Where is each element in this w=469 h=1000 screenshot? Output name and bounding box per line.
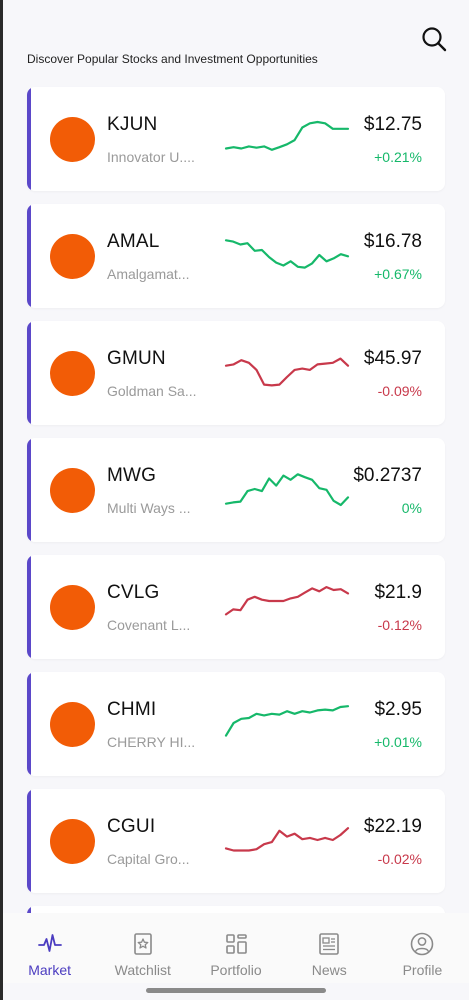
stock-ticker: CGUI <box>107 816 156 837</box>
card-accent-bar <box>27 555 31 659</box>
tab-label: Market <box>28 962 71 978</box>
stock-card-gmun[interactable]: GMUN Goldman Sa... $45.97 -0.09% <box>27 321 445 425</box>
company-name: Multi Ways ... <box>107 500 191 516</box>
stock-price: $0.2737 <box>353 465 422 486</box>
tab-label: Portfolio <box>210 962 262 978</box>
stock-list: KJUN Innovator U.... $12.75 +0.21% AMAL Amalg… <box>27 87 445 939</box>
sparkline-path <box>224 473 350 507</box>
tab-label: Watchlist <box>114 962 171 978</box>
price-change: -0.12% <box>377 617 422 633</box>
grid-icon <box>223 931 249 957</box>
sparkline-path <box>224 239 350 269</box>
tab-label: News <box>311 962 347 978</box>
search-button[interactable] <box>419 24 449 54</box>
price-sparkline <box>224 239 350 269</box>
company-name: Capital Gro... <box>107 851 190 867</box>
star-bookmark-icon <box>130 931 156 957</box>
pulse-icon <box>37 931 63 957</box>
price-change: -0.09% <box>377 383 422 399</box>
company-name: Innovator U.... <box>107 149 195 165</box>
newspaper-icon <box>316 931 342 957</box>
sparkline-path <box>224 827 350 852</box>
stock-price: $45.97 <box>363 348 422 369</box>
company-name: Goldman Sa... <box>107 383 197 399</box>
stock-ticker: KJUN <box>107 114 158 135</box>
stock-price: $21.9 <box>374 582 422 603</box>
stock-price: $2.95 <box>374 699 422 720</box>
price-sparkline <box>224 827 350 852</box>
stock-price: $22.19 <box>363 816 422 837</box>
company-logo <box>50 117 95 162</box>
tab-portfolio[interactable]: Portfolio <box>189 913 282 983</box>
tab-news[interactable]: News <box>283 913 376 983</box>
card-accent-bar <box>27 321 31 425</box>
stock-ticker: CHMI <box>107 699 157 720</box>
stock-card-cgui[interactable]: CGUI Capital Gro... $22.19 -0.02% <box>27 789 445 893</box>
stock-price: $12.75 <box>363 114 422 135</box>
sparkline-path <box>224 120 350 151</box>
stock-ticker: CVLG <box>107 582 160 603</box>
search-icon <box>422 27 447 52</box>
price-change: -0.02% <box>377 851 422 867</box>
tab-market[interactable]: Market <box>3 913 96 983</box>
home-indicator <box>146 988 326 993</box>
stock-card-chmi[interactable]: CHMI CHERRY HI... $2.95 +0.01% <box>27 672 445 776</box>
company-logo <box>50 819 95 864</box>
screen-edge <box>0 0 3 1000</box>
tab-watchlist[interactable]: Watchlist <box>96 913 189 983</box>
stock-card-mwg[interactable]: MWG Multi Ways ... $0.2737 0% <box>27 438 445 542</box>
stock-card-cvlg[interactable]: CVLG Covenant L... $21.9 -0.12% <box>27 555 445 659</box>
sparkline-path <box>224 705 350 737</box>
price-sparkline <box>224 357 350 387</box>
card-accent-bar <box>27 87 31 191</box>
stock-ticker: MWG <box>107 465 157 486</box>
bottom-tab-bar: Market Watchlist Portfolio News Profile <box>3 913 469 983</box>
price-sparkline <box>224 705 350 737</box>
price-sparkline <box>224 120 350 151</box>
stock-ticker: AMAL <box>107 231 160 252</box>
price-change: +0.67% <box>374 266 422 282</box>
tab-label: Profile <box>402 962 443 978</box>
price-change: +0.01% <box>374 734 422 750</box>
stock-card-amal[interactable]: AMAL Amalgamat... $16.78 +0.67% <box>27 204 445 308</box>
card-accent-bar <box>27 672 31 776</box>
price-sparkline <box>224 473 350 507</box>
card-accent-bar <box>27 789 31 893</box>
stock-price: $16.78 <box>363 231 422 252</box>
company-logo <box>50 351 95 396</box>
card-accent-bar <box>27 438 31 542</box>
company-logo <box>50 234 95 279</box>
stock-card-kjun[interactable]: KJUN Innovator U.... $12.75 +0.21% <box>27 87 445 191</box>
sparkline-path <box>224 585 350 616</box>
company-name: Covenant L... <box>107 617 191 633</box>
stock-ticker: GMUN <box>107 348 166 369</box>
company-name: CHERRY HI... <box>107 734 196 750</box>
price-sparkline <box>224 585 350 616</box>
tab-profile[interactable]: Profile <box>376 913 469 983</box>
page-subtitle: Discover Popular Stocks and Investment O… <box>27 52 318 66</box>
company-logo <box>50 585 95 630</box>
price-change: +0.21% <box>374 149 422 165</box>
sparkline-path <box>224 357 350 387</box>
price-change: 0% <box>401 500 422 516</box>
card-accent-bar <box>27 204 31 308</box>
company-logo <box>50 702 95 747</box>
company-logo <box>50 468 95 513</box>
company-name: Amalgamat... <box>107 266 190 282</box>
user-icon <box>409 931 435 957</box>
